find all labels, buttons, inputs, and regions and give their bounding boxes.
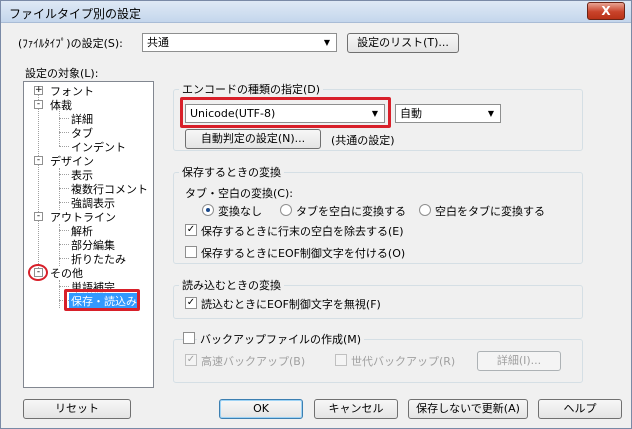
collapse-icon[interactable]: - — [34, 212, 43, 221]
load-group-title: 読み込むときの変換 — [179, 277, 284, 293]
reset-button[interactable]: リセット — [23, 399, 131, 419]
cancel-button[interactable]: キャンセル — [314, 399, 398, 419]
check-fast-backup[interactable]: ✓ — [185, 354, 197, 366]
chevron-down-icon: ▼ — [323, 38, 331, 47]
tree-label: 設定の対象(L): — [25, 67, 99, 80]
settings-dialog: ファイルタイプ別の設定 X (ﾌｧｲﾙﾀｲﾌﾟ)の設定(S): 共通 ▼ 設定の… — [0, 0, 632, 429]
backup-detail-button[interactable]: 詳細(I)... — [477, 351, 561, 371]
filetype-label: (ﾌｧｲﾙﾀｲﾌﾟ)の設定(S): — [18, 37, 123, 50]
tree-node-layout[interactable]: 体裁 — [50, 97, 72, 113]
check-trim-trailing-label: 保存するときに行末の空白を除去する(E) — [201, 225, 404, 238]
title-bar: ファイルタイプ別の設定 X — [1, 1, 631, 23]
common-setting-note: (共通の設定) — [331, 134, 395, 147]
save-group-title: 保存するときの変換 — [179, 164, 284, 180]
settings-list-button[interactable]: 設定のリスト(T)... — [347, 33, 459, 53]
tab-space-label: タブ・空白の変換(C): — [185, 187, 293, 200]
radio-no-convert[interactable] — [202, 204, 214, 216]
check-ignore-eof[interactable]: ✓ — [185, 297, 197, 309]
check-ignore-eof-label: 読込むときにEOF制御文字を無視(F) — [201, 298, 381, 311]
check-add-eof-label: 保存するときにEOF制御文字を付ける(O) — [201, 247, 406, 260]
check-backup-label: バックアップファイルの作成(M) — [197, 331, 365, 347]
chevron-down-icon: ▼ — [487, 109, 495, 118]
collapse-icon[interactable]: - — [34, 100, 43, 109]
help-button[interactable]: ヘルプ — [538, 399, 622, 419]
highlight-box-encoding — [180, 97, 391, 128]
check-generation-backup[interactable] — [335, 354, 347, 366]
encoding-mode-select[interactable]: 自動 ▼ — [395, 104, 501, 123]
filetype-select[interactable]: 共通 ▼ — [142, 33, 337, 52]
auto-detect-settings-button[interactable]: 自動判定の設定(N)... — [185, 129, 321, 149]
filetype-value: 共通 — [147, 36, 169, 49]
encoding-mode-value: 自動 — [400, 107, 422, 120]
check-backup[interactable] — [183, 332, 195, 344]
check-add-eof[interactable] — [185, 246, 197, 258]
ok-button[interactable]: OK — [219, 399, 303, 419]
settings-tree[interactable]: + フォント - 体裁 詳細 タブ インデント - デザイン 表示 複数行コメン… — [23, 81, 154, 388]
highlight-box-tree — [64, 289, 140, 311]
check-fast-backup-label: 高速バックアップ(B) — [201, 355, 306, 368]
radio-tab-to-space[interactable] — [280, 204, 292, 216]
check-generation-backup-label: 世代バックアップ(R) — [351, 355, 456, 368]
radio-no-convert-label: 変換なし — [218, 205, 262, 218]
collapse-icon[interactable]: - — [34, 156, 43, 165]
encode-group-title: エンコードの種類の指定(D) — [179, 81, 324, 97]
highlight-oval — [28, 264, 48, 281]
radio-tab-to-space-label: タブを空白に変換する — [296, 205, 406, 218]
window-title: ファイルタイプ別の設定 — [9, 7, 142, 21]
radio-space-to-tab-label: 空白をタブに変換する — [435, 205, 545, 218]
check-trim-trailing[interactable]: ✓ — [185, 224, 197, 236]
expand-icon[interactable]: + — [34, 86, 43, 95]
close-button[interactable]: X — [587, 2, 625, 20]
update-without-save-button[interactable]: 保存しないで更新(A) — [408, 399, 528, 419]
radio-space-to-tab[interactable] — [419, 204, 431, 216]
